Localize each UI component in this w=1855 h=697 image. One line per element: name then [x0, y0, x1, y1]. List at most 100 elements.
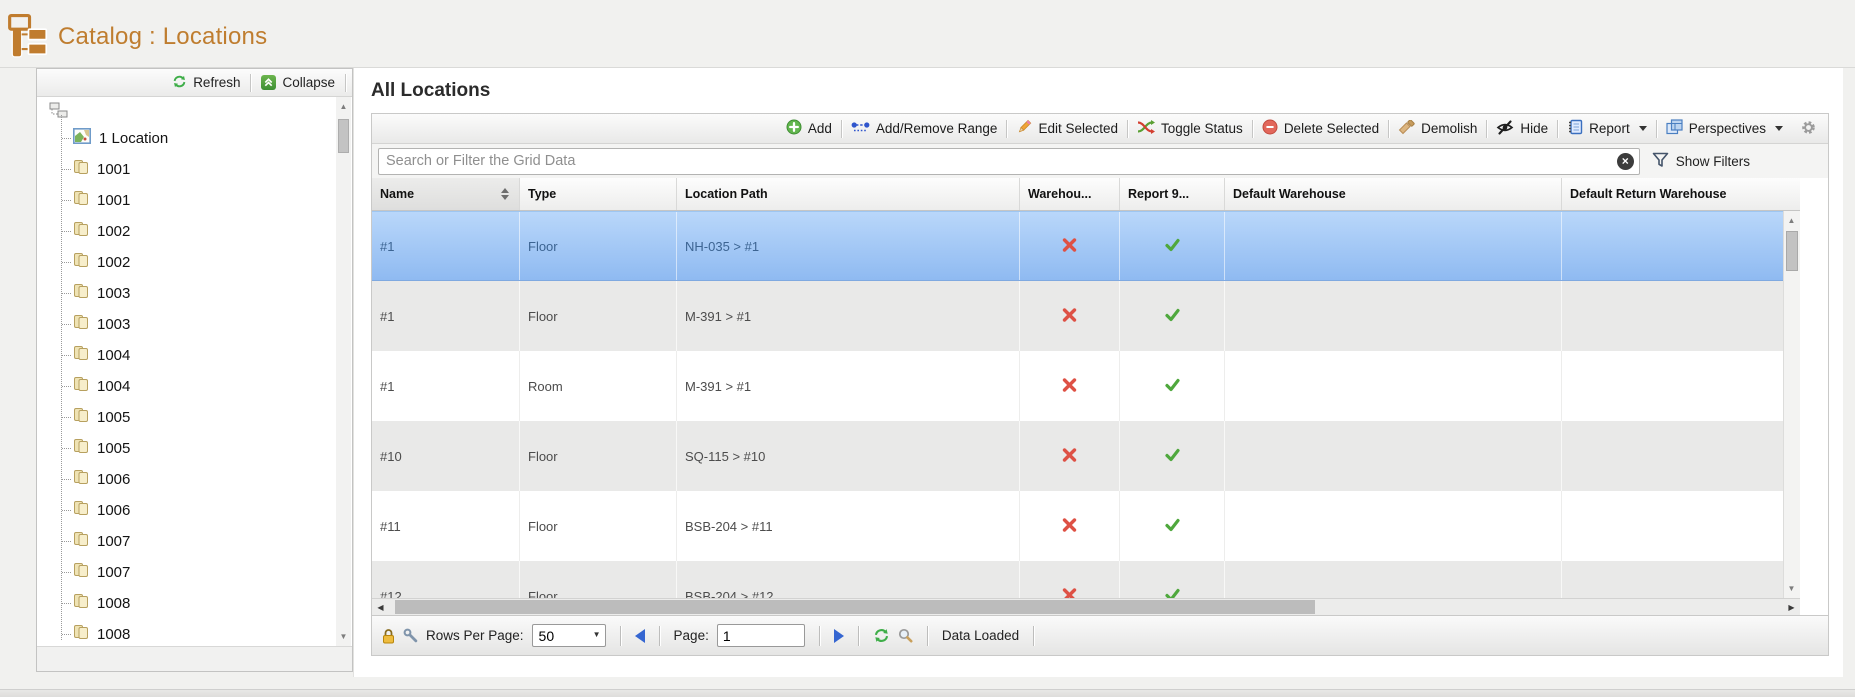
rows-per-page-select[interactable]: 50 — [532, 624, 606, 647]
chevron-down-icon — [1775, 126, 1783, 131]
demolish-button[interactable]: Demolish — [1389, 114, 1486, 143]
show-filters-button[interactable]: Show Filters — [1652, 152, 1750, 171]
folder-icon — [73, 159, 89, 180]
tree-scrollbar-thumb[interactable] — [338, 119, 349, 153]
table-row[interactable]: #1 Room M-391 > #1 — [372, 351, 1783, 421]
tree-item[interactable]: 1002 — [37, 216, 352, 247]
tree-body: 1 Location 1001 1001 1002 — [37, 97, 352, 646]
column-header-warehouse[interactable]: Warehou... — [1020, 178, 1120, 210]
table-row[interactable]: #1 Floor M-391 > #1 — [372, 281, 1783, 351]
page-label: Page: — [674, 628, 709, 643]
grid-search-row: × Show Filters — [372, 144, 1828, 178]
scroll-down-icon[interactable]: ▼ — [1784, 581, 1799, 596]
previous-page-button[interactable] — [635, 629, 645, 643]
status-cross-icon — [1062, 308, 1077, 325]
table-row[interactable]: #1 Floor NH-035 > #1 — [372, 211, 1783, 281]
tree-item[interactable]: 1007 — [37, 526, 352, 557]
tree-item[interactable]: 1006 — [37, 464, 352, 495]
status-check-icon — [1165, 378, 1180, 395]
grid-search-input[interactable] — [378, 148, 1640, 175]
scroll-right-icon[interactable]: ▶ — [1783, 599, 1800, 615]
scroll-left-icon[interactable]: ◀ — [372, 599, 389, 615]
toggle-status-button[interactable]: Toggle Status — [1128, 114, 1252, 143]
wrench-icon[interactable] — [403, 628, 418, 643]
delete-icon — [1262, 119, 1278, 138]
tree-item-location[interactable]: 1 Location — [37, 123, 352, 154]
column-header-name[interactable]: Name — [372, 178, 520, 210]
column-header-report[interactable]: Report 9... — [1120, 178, 1225, 210]
tree-item[interactable]: 1004 — [37, 340, 352, 371]
tree-item[interactable]: 1002 — [37, 247, 352, 278]
collapse-label: Collapse — [282, 75, 335, 90]
vertical-scrollbar-thumb[interactable] — [1786, 231, 1798, 271]
folder-icon — [73, 345, 89, 366]
tree-item[interactable]: 1004 — [37, 371, 352, 402]
grid-horizontal-scrollbar[interactable]: ◀ ▶ — [372, 598, 1800, 615]
gear-icon — [1801, 120, 1816, 138]
folder-icon — [73, 500, 89, 521]
rows-per-page-label: Rows Per Page: — [426, 628, 524, 643]
tree-item[interactable]: 1001 — [37, 154, 352, 185]
column-header-default-warehouse[interactable]: Default Warehouse — [1225, 178, 1562, 210]
add-button[interactable]: Add — [777, 114, 841, 143]
grid-footer: Rows Per Page: 50 Page: — [372, 615, 1828, 655]
table-row[interactable]: #11 Floor BSB-204 > #11 — [372, 491, 1783, 561]
delete-selected-button[interactable]: Delete Selected — [1253, 114, 1388, 143]
grid-vertical-scrollbar[interactable]: ▲ ▼ — [1783, 211, 1800, 598]
folder-icon — [73, 221, 89, 242]
tree-scrollbar[interactable]: ▲ ▼ — [336, 97, 351, 646]
add-icon — [786, 119, 802, 138]
folder-icon — [73, 252, 89, 273]
magnifier-icon[interactable] — [898, 628, 913, 643]
edit-selected-button[interactable]: Edit Selected — [1007, 114, 1127, 143]
report-menu-button[interactable]: Report — [1558, 114, 1656, 143]
tree-item[interactable]: 1005 — [37, 433, 352, 464]
status-cross-icon — [1062, 238, 1077, 255]
refresh-label: Refresh — [193, 75, 240, 90]
toolbar-separator — [345, 74, 346, 92]
page-number-input[interactable] — [717, 624, 805, 647]
tree-item[interactable]: 1006 — [37, 495, 352, 526]
scroll-up-icon[interactable]: ▲ — [336, 99, 351, 114]
hide-button[interactable]: Hide — [1487, 114, 1557, 143]
add-remove-range-button[interactable]: Add/Remove Range — [842, 114, 1007, 143]
chevron-down-icon — [1639, 126, 1647, 131]
folder-icon — [73, 376, 89, 397]
tree-item[interactable]: 1005 — [37, 402, 352, 433]
tree-item[interactable]: 1008 — [37, 588, 352, 619]
location-tree-panel: Refresh Collapse — [36, 68, 353, 672]
next-page-button[interactable] — [834, 629, 844, 643]
tree-item[interactable]: 1008 — [37, 619, 352, 646]
column-header-type[interactable]: Type — [520, 178, 677, 210]
scroll-down-icon[interactable]: ▼ — [336, 629, 351, 644]
sort-icon[interactable] — [501, 188, 509, 200]
grid-settings-button[interactable] — [1792, 114, 1820, 143]
table-row[interactable]: #10 Floor SQ-115 > #10 — [372, 421, 1783, 491]
tree-item[interactable]: 1001 — [37, 185, 352, 216]
column-header-default-return-warehouse[interactable]: Default Return Warehouse — [1562, 178, 1800, 210]
clear-search-icon[interactable]: × — [1617, 153, 1634, 170]
folder-icon — [73, 283, 89, 304]
location-tree: 1 Location 1001 1001 1002 — [37, 123, 352, 646]
perspectives-menu-button[interactable]: Perspectives — [1657, 114, 1792, 143]
horizontal-scrollbar-thumb[interactable] — [395, 600, 1315, 614]
content: Refresh Collapse — [0, 68, 1855, 677]
app-header: Catalog : Locations — [0, 0, 1855, 68]
collapse-tree-button[interactable]: Collapse — [251, 69, 345, 96]
scroll-up-icon[interactable]: ▲ — [1784, 213, 1799, 228]
lock-icon[interactable] — [382, 628, 395, 644]
page-title: Catalog : Locations — [58, 23, 267, 51]
refresh-tree-button[interactable]: Refresh — [162, 69, 250, 96]
tree-item[interactable]: 1003 — [37, 278, 352, 309]
refresh-grid-icon[interactable] — [873, 627, 890, 644]
status-check-icon — [1165, 448, 1180, 465]
table-row[interactable]: #12 Floor BSB-204 > #12 — [372, 561, 1783, 598]
tree-item[interactable]: 1003 — [37, 309, 352, 340]
pencil-icon — [1016, 119, 1032, 138]
folder-icon — [73, 314, 89, 335]
tree-item[interactable]: 1007 — [37, 557, 352, 588]
column-header-location-path[interactable]: Location Path — [677, 178, 1020, 210]
grid-title: All Locations — [371, 80, 1829, 102]
status-cross-icon — [1062, 588, 1077, 599]
locations-grid: Add Add/Remove Range — [371, 113, 1829, 656]
